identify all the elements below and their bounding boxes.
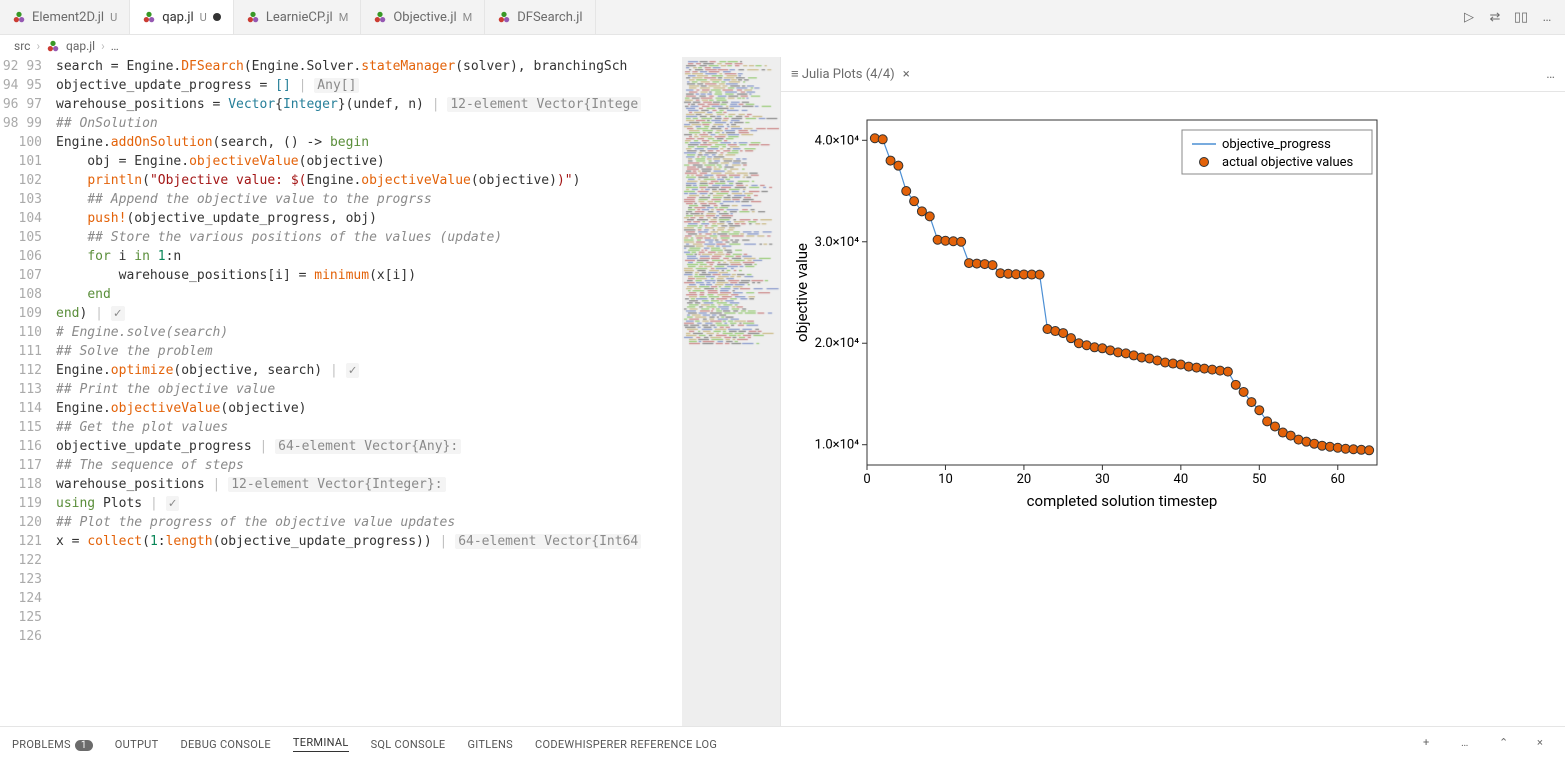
panel-tab-output[interactable]: OUTPUT xyxy=(115,738,159,751)
more-icon[interactable]: … xyxy=(1546,67,1555,82)
tab-actions: ▷ ⇄ ▯▯ … xyxy=(1461,9,1565,25)
modified-dot-icon xyxy=(213,13,221,21)
chart: 0 10 20 30 40 50 60 1.0×10⁴ 2.0×10⁴ 3.0×10⁴ 4.0×10… xyxy=(787,100,1397,520)
more-icon[interactable]: … xyxy=(1539,9,1555,25)
svg-text:40: 40 xyxy=(1174,472,1189,487)
svg-text:30: 30 xyxy=(1095,472,1110,487)
panel-tab-sql-console[interactable]: SQL CONSOLE xyxy=(371,738,446,751)
crumb-2[interactable]: … xyxy=(111,39,119,53)
panel-more-icon[interactable]: … xyxy=(1461,736,1477,752)
svg-text:3.0×10⁴: 3.0×10⁴ xyxy=(815,235,860,250)
svg-text:50: 50 xyxy=(1252,472,1267,487)
svg-text:completed solution timestep: completed solution timestep xyxy=(1027,492,1218,510)
tab-dfsearch-jl[interactable]: DFSearch.jl xyxy=(485,0,595,34)
editor-tabs: Element2D.jlUqap.jlULearnieCP.jlMObjecti… xyxy=(0,0,1565,35)
panel-tab-gitlens[interactable]: GITLENS xyxy=(467,738,513,751)
panel-tab-terminal[interactable]: TERMINAL xyxy=(293,736,349,752)
panel-tab-problems[interactable]: PROBLEMS1 xyxy=(12,738,93,751)
tab-qap-jl[interactable]: qap.jlU xyxy=(130,0,234,34)
minimap[interactable] xyxy=(682,57,780,726)
svg-text:10: 10 xyxy=(938,472,953,487)
svg-text:objective value: objective value xyxy=(793,243,811,342)
panel-tab-debug-console[interactable]: DEBUG CONSOLE xyxy=(180,738,270,751)
svg-text:0: 0 xyxy=(863,472,870,487)
panel-maximize-icon[interactable]: ⌃ xyxy=(1499,736,1515,752)
svg-text:2.0×10⁴: 2.0×10⁴ xyxy=(815,336,860,351)
run-icon[interactable]: ▷ xyxy=(1461,9,1477,25)
crumb-1[interactable]: qap.jl xyxy=(66,39,95,53)
plots-panel-title: ≡ Julia Plots (4/4) xyxy=(791,66,895,82)
svg-text:actual objective values: actual objective values xyxy=(1222,155,1354,170)
code-editor[interactable]: 92 93 94 95 96 97 98 99 100 101 102 103 … xyxy=(0,57,780,726)
split-editor-icon[interactable]: ▯▯ xyxy=(1513,9,1529,25)
plots-panel: ≡ Julia Plots (4/4) × … 0 10 20 30 40 50 60 1.0… xyxy=(780,57,1565,726)
svg-text:4.0×10⁴: 4.0×10⁴ xyxy=(815,133,860,148)
svg-text:1.0×10⁴: 1.0×10⁴ xyxy=(815,438,860,453)
new-terminal-icon[interactable]: + xyxy=(1423,736,1439,752)
close-icon[interactable]: × xyxy=(903,67,910,82)
tab-element2d-jl[interactable]: Element2D.jlU xyxy=(0,0,130,34)
svg-text:20: 20 xyxy=(1017,472,1032,487)
crumb-0[interactable]: src xyxy=(14,39,30,53)
svg-text:60: 60 xyxy=(1330,472,1345,487)
panel-tab-codewhisperer-reference-log[interactable]: CODEWHISPERER REFERENCE LOG xyxy=(535,738,717,751)
breadcrumb[interactable]: src › qap.jl › … xyxy=(0,35,1565,57)
tab-objective-jl[interactable]: Objective.jlM xyxy=(361,0,485,34)
tab-learniecp-jl[interactable]: LearnieCP.jlM xyxy=(234,0,362,34)
panel-close-icon[interactable]: × xyxy=(1537,736,1553,752)
svg-text:objective_progress: objective_progress xyxy=(1222,137,1331,152)
diff-icon[interactable]: ⇄ xyxy=(1487,9,1503,25)
panel-tabs: PROBLEMS1 OUTPUT DEBUG CONSOLE TERMINAL SQL … xyxy=(0,726,1565,761)
